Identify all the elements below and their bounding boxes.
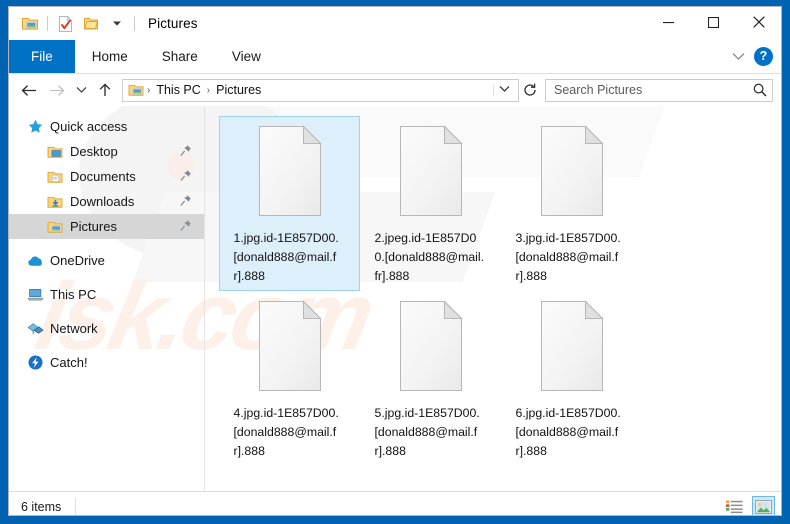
content-area: Quick access Desktop Documents Downloads… bbox=[9, 106, 781, 491]
new-folder-icon[interactable] bbox=[78, 12, 104, 36]
address-dropdown-icon[interactable] bbox=[493, 84, 515, 96]
monitor-icon bbox=[26, 286, 44, 304]
navigation-pane: Quick access Desktop Documents Downloads… bbox=[9, 106, 205, 491]
sidebar-item-downloads[interactable]: Downloads bbox=[9, 189, 204, 214]
search-box[interactable] bbox=[545, 78, 773, 102]
breadcrumb-separator: › bbox=[206, 84, 211, 96]
recent-locations-button[interactable] bbox=[71, 77, 91, 103]
large-icons-view-button[interactable] bbox=[752, 495, 775, 515]
search-icon[interactable] bbox=[753, 83, 767, 97]
item-count-label: 6 items bbox=[21, 499, 62, 514]
blank-file-icon bbox=[535, 298, 609, 394]
breadcrumb-bar[interactable]: › This PC › Pictures bbox=[122, 78, 519, 102]
help-button[interactable]: ? bbox=[754, 47, 773, 66]
tab-view[interactable]: View bbox=[215, 40, 278, 73]
properties-icon[interactable] bbox=[52, 12, 78, 36]
back-button[interactable] bbox=[15, 77, 43, 103]
breadcrumb-separator: › bbox=[147, 84, 151, 96]
downloads-folder-icon bbox=[46, 193, 64, 211]
file-name: 4.jpg.id-1E857D00.[donald888@mail.fr].88… bbox=[233, 406, 339, 458]
quick-access-toolbar bbox=[9, 12, 139, 36]
sidebar-item-network[interactable]: Network bbox=[9, 316, 204, 341]
chevron-down-icon[interactable] bbox=[104, 12, 130, 36]
sidebar-item-label: Documents bbox=[70, 169, 136, 184]
address-bar: › This PC › Pictures bbox=[9, 74, 781, 106]
pin-icon[interactable] bbox=[180, 169, 192, 184]
sidebar-item-documents[interactable]: Documents bbox=[9, 164, 204, 189]
search-input[interactable] bbox=[554, 83, 753, 97]
file-name: 1.jpg.id-1E857D00.[donald888@mail.fr].88… bbox=[233, 231, 339, 283]
close-button[interactable] bbox=[736, 7, 781, 37]
file-item[interactable]: 6.jpg.id-1E857D00.[donald888@mail.fr].88… bbox=[501, 291, 642, 466]
view-mode-buttons bbox=[723, 495, 775, 516]
chevron-down-icon[interactable] bbox=[732, 48, 745, 66]
ribbon-right-controls: ? bbox=[732, 40, 773, 73]
toolbar-divider bbox=[134, 16, 135, 31]
pin-icon[interactable] bbox=[180, 144, 192, 159]
sidebar-item-label: This PC bbox=[50, 287, 97, 302]
tab-file[interactable]: File bbox=[9, 40, 75, 73]
pictures-folder-icon bbox=[128, 83, 144, 97]
up-button[interactable] bbox=[91, 77, 119, 103]
sidebar-item-label: Downloads bbox=[70, 194, 135, 209]
blank-file-icon bbox=[394, 123, 468, 219]
documents-folder-icon bbox=[46, 168, 64, 186]
sidebar-item-quick-access[interactable]: Quick access bbox=[9, 114, 204, 139]
minimize-button[interactable] bbox=[646, 7, 691, 37]
sidebar-item-this-pc[interactable]: This PC bbox=[9, 282, 204, 307]
window-title: Pictures bbox=[148, 16, 198, 31]
sidebar-item-label: Catch! bbox=[50, 355, 88, 370]
sidebar-item-pictures[interactable]: Pictures bbox=[9, 214, 204, 239]
blank-file-icon bbox=[253, 123, 327, 219]
sidebar-item-label: Desktop bbox=[70, 144, 118, 159]
sidebar-item-label: OneDrive bbox=[50, 253, 105, 268]
sidebar-item-label: Quick access bbox=[50, 119, 128, 134]
ribbon-tab-bar: File Home Share View ? bbox=[9, 40, 781, 74]
refresh-button[interactable] bbox=[519, 79, 541, 102]
pin-icon[interactable] bbox=[180, 219, 192, 234]
catch-icon bbox=[26, 354, 44, 372]
network-icon bbox=[26, 320, 44, 338]
file-item[interactable]: 2.jpeg.id-1E857D00.[donald888@mail.fr].8… bbox=[360, 116, 501, 291]
title-bar: Pictures bbox=[9, 7, 781, 40]
tab-home[interactable]: Home bbox=[75, 40, 145, 73]
status-divider bbox=[75, 497, 77, 515]
sidebar-item-label: Network bbox=[50, 321, 98, 336]
file-name: 6.jpg.id-1E857D00.[donald888@mail.fr].88… bbox=[515, 406, 621, 458]
breadcrumb-this-pc[interactable]: This PC bbox=[153, 83, 203, 97]
window-body: isk.com Pictures File Home Share View ? … bbox=[8, 6, 782, 516]
blank-file-icon bbox=[535, 123, 609, 219]
window-controls bbox=[646, 7, 781, 37]
details-view-button[interactable] bbox=[723, 496, 746, 516]
sidebar-item-catch[interactable]: Catch! bbox=[9, 350, 204, 375]
sidebar-item-desktop[interactable]: Desktop bbox=[9, 139, 204, 164]
sidebar-item-label: Pictures bbox=[70, 219, 117, 234]
file-item[interactable]: 1.jpg.id-1E857D00.[donald888@mail.fr].88… bbox=[219, 116, 360, 291]
file-name: 2.jpeg.id-1E857D00.[donald888@mail.fr].8… bbox=[374, 231, 485, 283]
blank-file-icon bbox=[253, 298, 327, 394]
sidebar-item-onedrive[interactable]: OneDrive bbox=[9, 248, 204, 273]
pictures-folder-icon[interactable] bbox=[17, 12, 43, 36]
file-item[interactable]: 4.jpg.id-1E857D00.[donald888@mail.fr].88… bbox=[219, 291, 360, 466]
status-bar: 6 items bbox=[9, 491, 781, 516]
tab-share[interactable]: Share bbox=[145, 40, 215, 73]
maximize-button[interactable] bbox=[691, 7, 736, 37]
cloud-icon bbox=[26, 252, 44, 270]
file-grid: 1.jpg.id-1E857D00.[donald888@mail.fr].88… bbox=[219, 116, 781, 466]
file-item[interactable]: 5.jpg.id-1E857D00.[donald888@mail.fr].88… bbox=[360, 291, 501, 466]
pictures-folder-icon bbox=[46, 218, 64, 236]
file-list-pane[interactable]: 1.jpg.id-1E857D00.[donald888@mail.fr].88… bbox=[205, 106, 781, 491]
pin-icon[interactable] bbox=[180, 194, 192, 209]
breadcrumb-pictures[interactable]: Pictures bbox=[213, 83, 264, 97]
file-name: 5.jpg.id-1E857D00.[donald888@mail.fr].88… bbox=[374, 406, 480, 458]
blank-file-icon bbox=[394, 298, 468, 394]
file-name: 3.jpg.id-1E857D00.[donald888@mail.fr].88… bbox=[515, 231, 621, 283]
forward-button[interactable] bbox=[43, 77, 71, 103]
toolbar-divider bbox=[47, 16, 48, 31]
star-icon bbox=[26, 118, 44, 136]
desktop-folder-icon bbox=[46, 143, 64, 161]
explorer-window: isk.com Pictures File Home Share View ? … bbox=[0, 0, 790, 524]
file-item[interactable]: 3.jpg.id-1E857D00.[donald888@mail.fr].88… bbox=[501, 116, 642, 291]
